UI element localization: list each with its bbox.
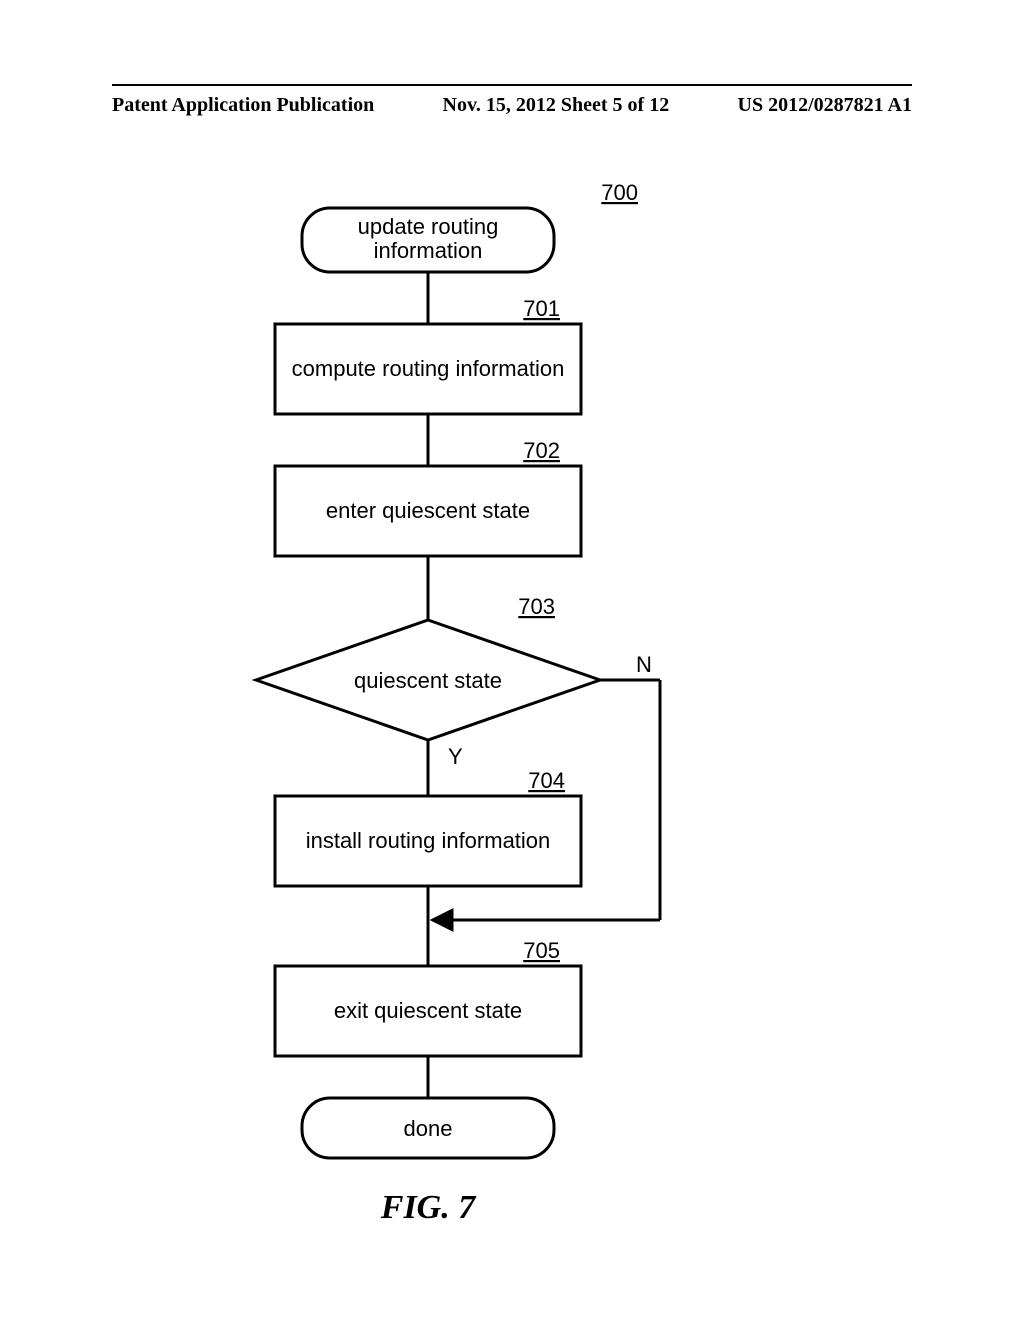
process-704-label: install routing information xyxy=(306,828,551,853)
ref-704: 704 xyxy=(528,768,565,793)
ref-705: 705 xyxy=(523,938,560,963)
ref-701: 701 xyxy=(523,296,560,321)
decision-703-label: quiescent state xyxy=(354,668,502,693)
done-label: done xyxy=(404,1116,453,1141)
branch-yes-label: Y xyxy=(448,744,463,769)
ref-703: 703 xyxy=(518,594,555,619)
start-line1: update routing xyxy=(358,214,499,239)
branch-no-label: N xyxy=(636,652,652,677)
process-701-label: compute routing information xyxy=(292,356,565,381)
ref-700: 700 xyxy=(601,180,638,205)
process-702-label: enter quiescent state xyxy=(326,498,530,523)
process-705-label: exit quiescent state xyxy=(334,998,522,1023)
figure-caption: FIG. 7 xyxy=(380,1189,477,1226)
page: Patent Application Publication Nov. 15, … xyxy=(0,0,1024,1320)
ref-702: 702 xyxy=(523,438,560,463)
flowchart: 700 update routing information 701 compu… xyxy=(0,0,1024,1320)
start-line2: information xyxy=(374,238,483,263)
